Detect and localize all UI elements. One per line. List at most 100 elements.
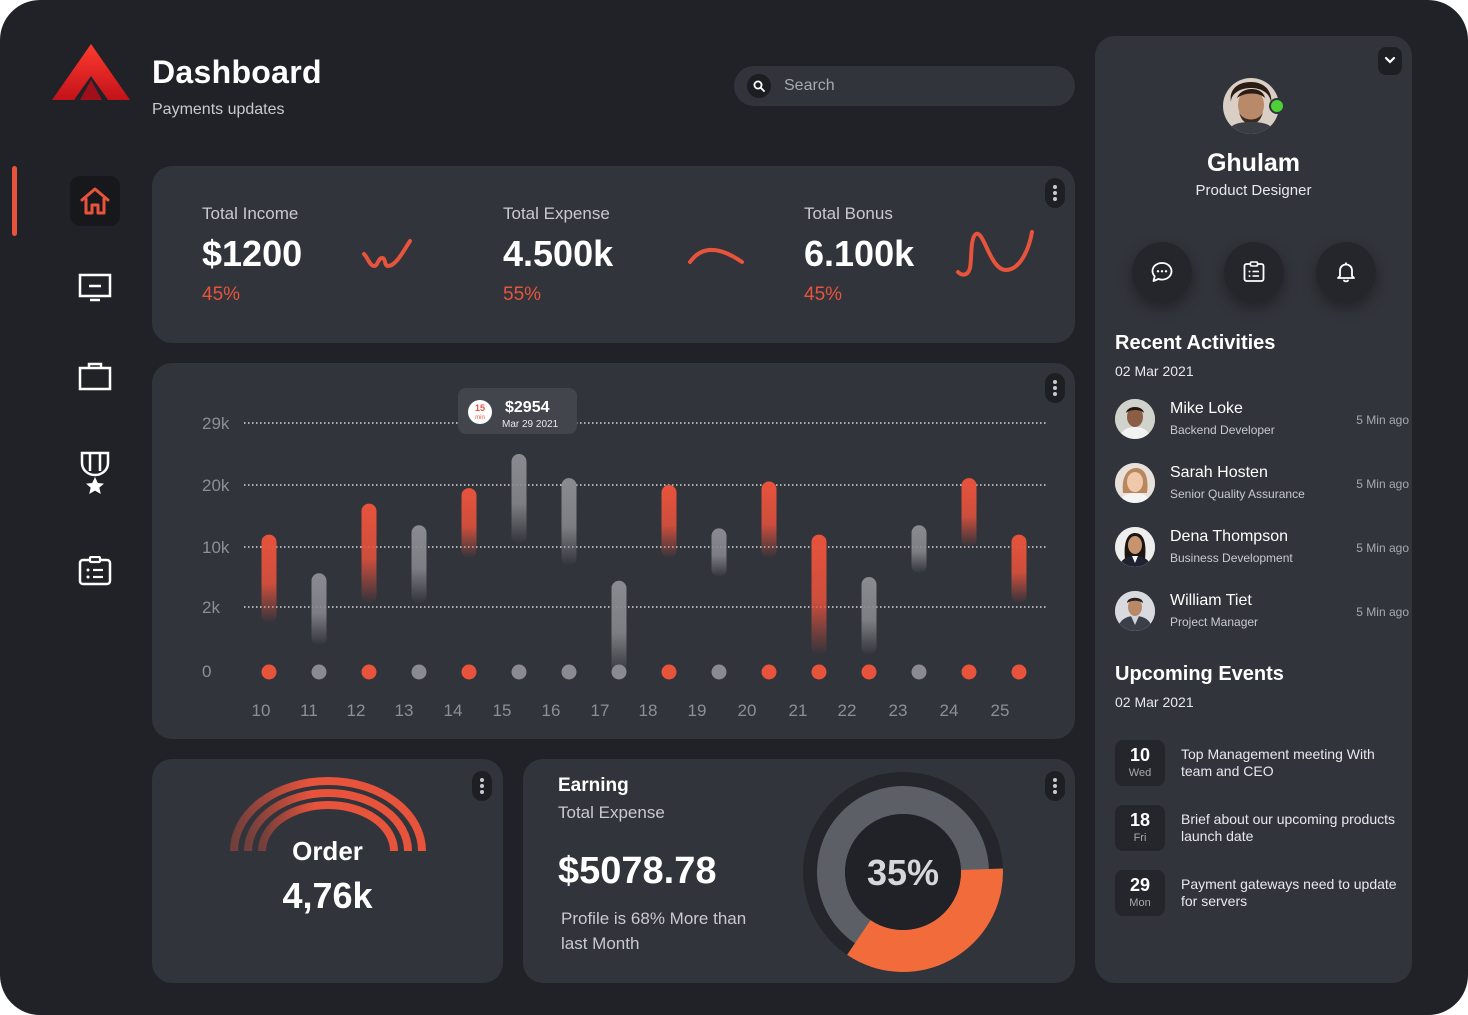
chart-bar[interactable] (461, 488, 477, 559)
x-tick-label: 21 (789, 701, 808, 720)
panel-dropdown-button[interactable] (1378, 47, 1402, 75)
search-bar[interactable] (734, 66, 1075, 106)
chart-point[interactable] (861, 664, 877, 680)
chart-point[interactable] (361, 664, 377, 680)
expense-percent: 55% (503, 284, 542, 305)
activity-role: Senior Quality Assurance (1170, 487, 1305, 501)
order-menu-icon[interactable] (472, 771, 492, 801)
event-day: 18 (1129, 810, 1151, 830)
y-tick-label: 10k (202, 538, 230, 557)
chart-bar[interactable] (361, 503, 377, 604)
tooltip-badge-number: 15 (475, 403, 485, 413)
profile-name: Ghulam (1206, 149, 1301, 177)
chart-point[interactable] (761, 664, 777, 680)
activity-time: 5 Min ago (1356, 605, 1409, 619)
expense-sparkline (688, 247, 744, 264)
activity-avatar (1115, 463, 1155, 503)
activity-item[interactable]: Dena Thompson Business Development 5 Min… (1115, 527, 1409, 573)
event-item[interactable]: 18 Fri Brief about our upcoming products… (1115, 805, 1405, 851)
event-text: Brief about our upcoming products launch… (1181, 811, 1396, 844)
chart-bar[interactable] (561, 478, 577, 566)
x-tick-label: 13 (395, 701, 414, 720)
chart-point[interactable] (1011, 664, 1027, 680)
activity-role: Backend Developer (1170, 423, 1275, 437)
chart-point[interactable] (511, 664, 527, 680)
chart-point[interactable] (311, 664, 327, 680)
chart-bar[interactable] (1011, 534, 1027, 604)
activity-name: Mike Loke (1170, 400, 1243, 417)
chart-bar[interactable] (761, 481, 777, 559)
chart-bar[interactable] (511, 454, 527, 544)
earning-menu-icon[interactable] (1045, 771, 1065, 801)
income-value: $1200 (202, 233, 303, 274)
chart-bar[interactable] (811, 534, 827, 655)
search-input[interactable] (784, 66, 1054, 106)
award-icon (80, 451, 110, 494)
chart-point[interactable] (561, 664, 577, 680)
notifications-button[interactable] (1316, 242, 1376, 302)
x-tick-label: 17 (591, 701, 610, 720)
activity-item[interactable]: William Tiet Project Manager 5 Min ago (1115, 591, 1409, 637)
upcoming-events-date: 02 Mar 2021 (1115, 694, 1194, 710)
chart-bar[interactable] (711, 528, 727, 577)
activity-role: Business Development (1170, 551, 1293, 565)
income-percent: 45% (202, 284, 241, 305)
clipboard-icon (78, 556, 112, 586)
chart-bar[interactable] (961, 478, 977, 547)
chart-point[interactable] (711, 664, 727, 680)
nav-home[interactable] (70, 176, 120, 226)
chart-bar[interactable] (661, 485, 677, 559)
tooltip-date: Mar 29 2021 (502, 419, 559, 430)
activity-role: Project Manager (1170, 615, 1259, 629)
y-tick-label: 29k (202, 414, 230, 433)
brand-logo (52, 44, 130, 100)
nav-monitor[interactable] (70, 263, 120, 313)
order-card (152, 759, 503, 983)
bonus-sparkline (956, 230, 1034, 277)
chart-point[interactable] (411, 664, 427, 680)
chart-bar[interactable] (411, 525, 427, 604)
chart-point[interactable] (261, 664, 277, 680)
x-tick-label: 22 (838, 701, 857, 720)
tasks-button[interactable] (1224, 242, 1284, 302)
chart-bar[interactable] (611, 580, 627, 675)
chart-point[interactable] (961, 664, 977, 680)
chart-point[interactable] (911, 664, 927, 680)
chevron-down-icon (1384, 56, 1396, 64)
event-item[interactable]: 29 Mon Payment gateways need to update f… (1115, 870, 1405, 916)
chart-bar[interactable] (911, 525, 927, 574)
y-tick-label: 0 (202, 662, 211, 681)
stats-menu-icon[interactable] (1045, 178, 1065, 208)
order-value: 4,76k (282, 875, 373, 916)
activity-item[interactable]: Sarah Hosten Senior Quality Assurance 5 … (1115, 463, 1409, 509)
nav-clipboard[interactable] (70, 546, 120, 596)
activity-name: Dena Thompson (1170, 528, 1288, 545)
donut-percent-label: 35% (867, 852, 939, 893)
order-label: Order (292, 836, 363, 866)
x-tick-label: 18 (639, 701, 658, 720)
nav-award[interactable] (70, 448, 120, 498)
search-icon[interactable] (747, 74, 771, 98)
chart-bar[interactable] (261, 534, 277, 623)
earning-value: $5078.78 (558, 850, 717, 892)
chart-point[interactable] (811, 664, 827, 680)
nav-briefcase[interactable] (70, 352, 120, 402)
chart-point[interactable] (461, 664, 477, 680)
chart-bar[interactable] (311, 573, 327, 646)
messages-button[interactable] (1132, 242, 1192, 302)
chart-bar[interactable] (861, 577, 877, 655)
home-icon (80, 187, 110, 215)
page-title: Dashboard (152, 54, 322, 90)
event-day: 29 (1129, 875, 1151, 895)
event-weekday: Wed (1128, 767, 1152, 779)
chart-point[interactable] (611, 664, 627, 680)
event-item[interactable]: 10 Wed Top Management meeting With team … (1115, 740, 1405, 786)
profile-avatar[interactable] (1223, 78, 1285, 138)
bell-icon (1337, 262, 1355, 283)
expense-label: Total Expense (503, 204, 610, 223)
income-sparkline (362, 239, 412, 269)
activity-name: Sarah Hosten (1170, 464, 1268, 481)
event-weekday: Mon (1129, 897, 1151, 909)
activity-item[interactable]: Mike Loke Backend Developer 5 Min ago (1115, 399, 1409, 445)
chart-point[interactable] (661, 664, 677, 680)
